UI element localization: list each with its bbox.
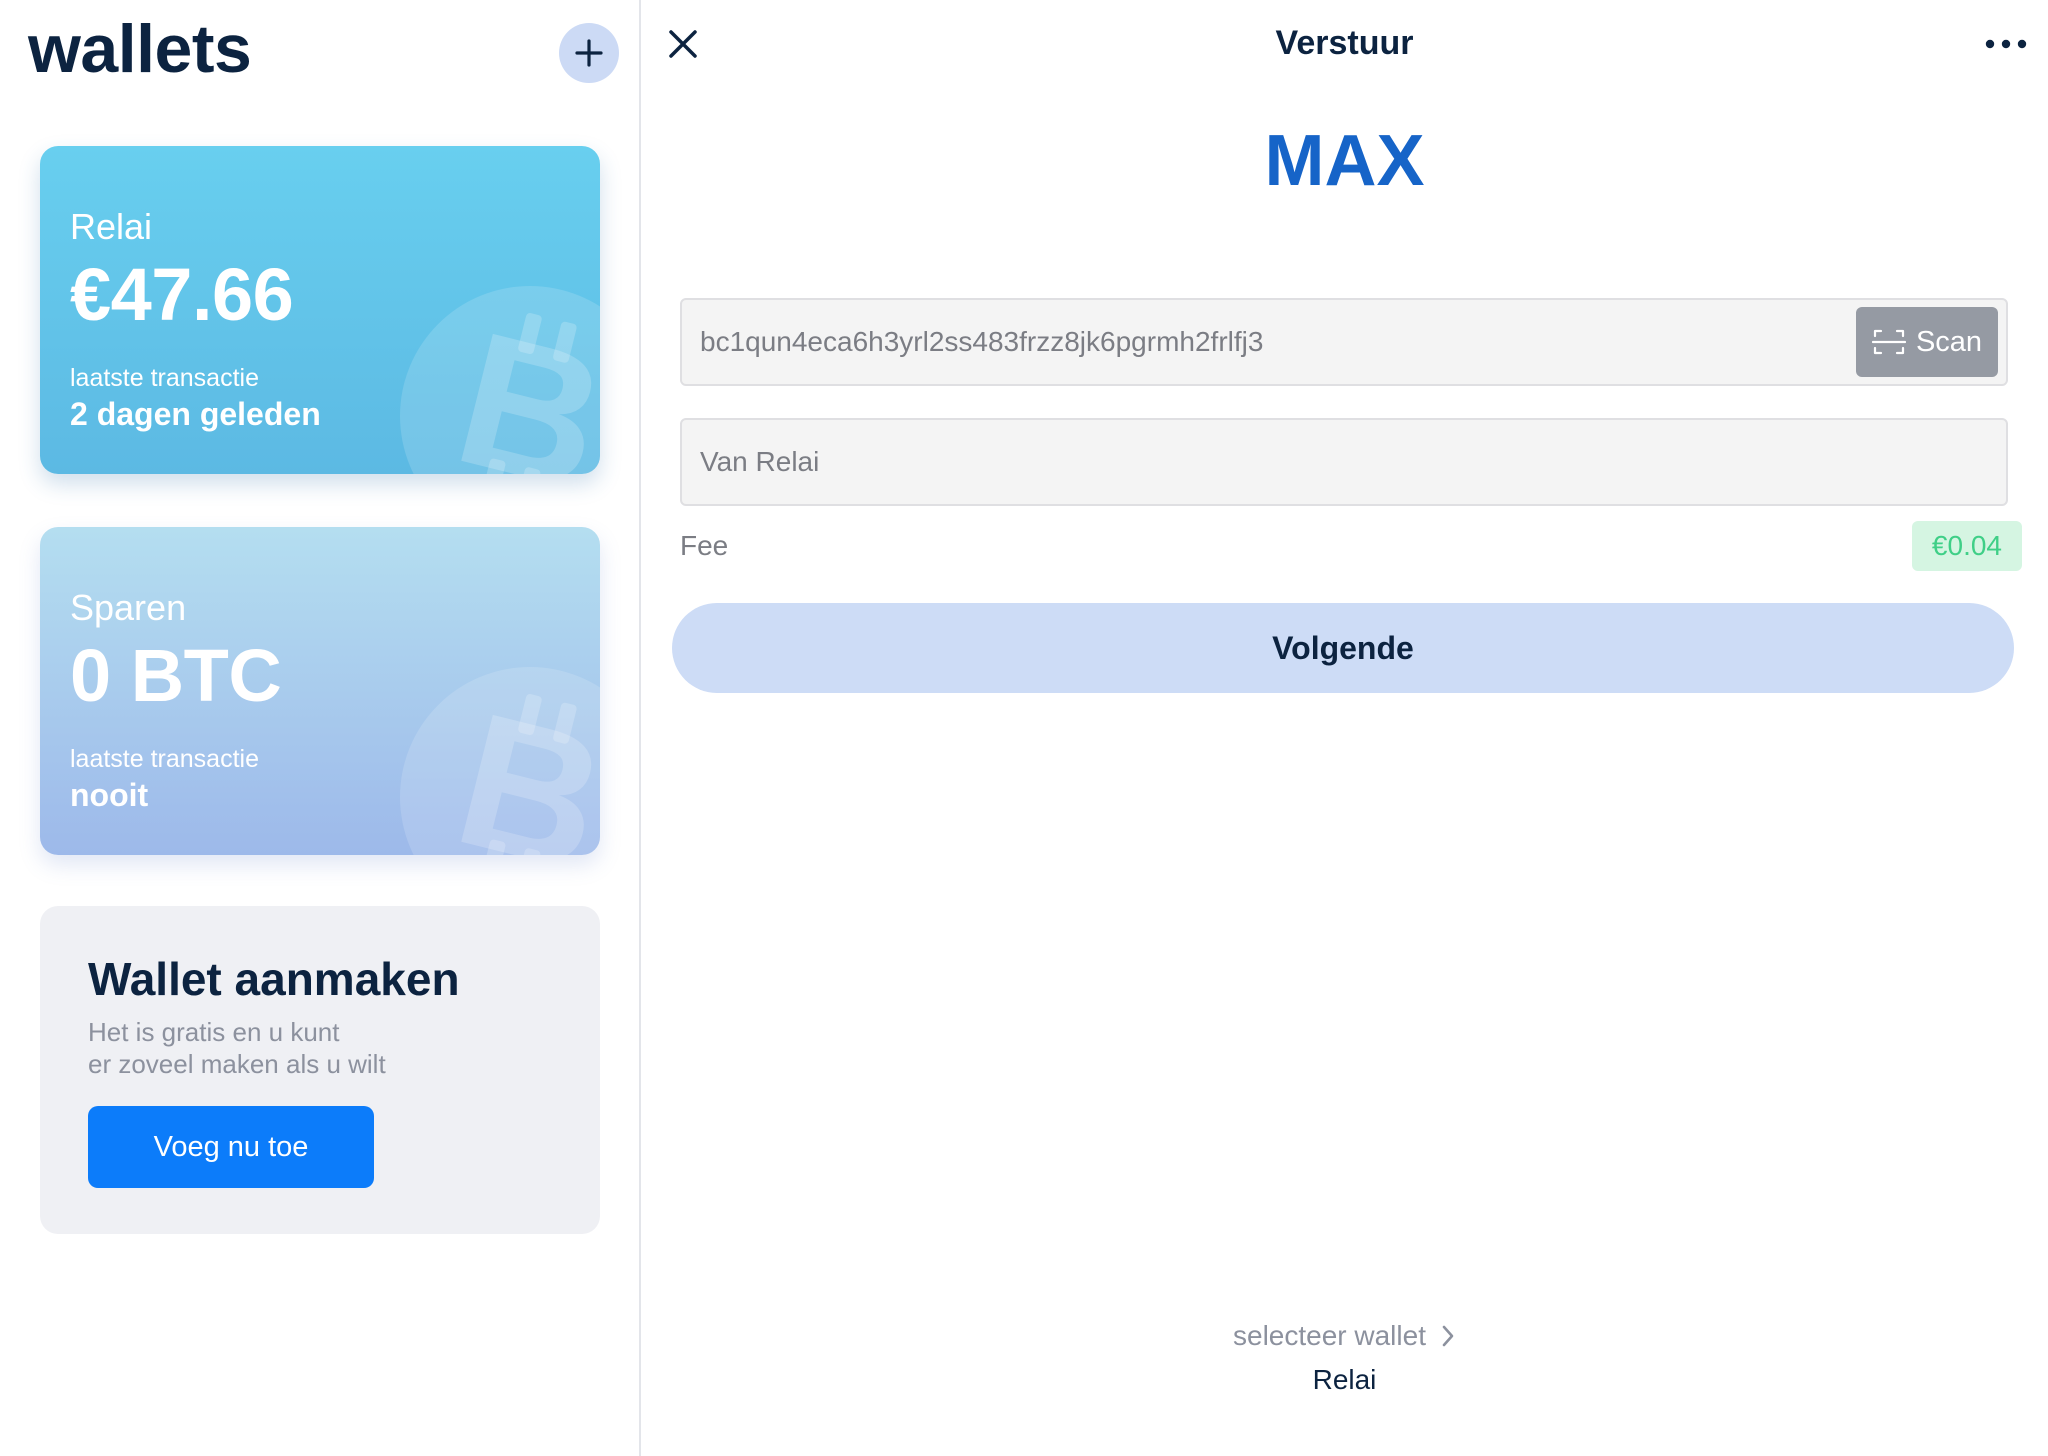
address-input[interactable]: bc1qun4eca6h3yrl2ss483frzz8jk6pgrmh2frlf…	[680, 298, 2008, 386]
wallet-name: Relai	[70, 206, 153, 247]
wallets-sidebar: wallets B Relai €47.66 laatste transacti…	[0, 0, 641, 1456]
scan-label: Scan	[1915, 325, 1983, 358]
add-now-button[interactable]: Voeg nu toe	[88, 1106, 374, 1188]
select-wallet-label: selecteer wallet	[1233, 1320, 1426, 1351]
from-wallet-value: Van Relai	[700, 446, 820, 477]
last-transaction-value: nooit	[70, 777, 149, 813]
page-title: Verstuur	[1275, 24, 1414, 62]
chevron-right-icon	[1442, 1325, 1454, 1347]
send-panel: Verstuur MAX bc1qun4eca6h3yrl2ss483frzz8…	[641, 0, 2048, 1456]
selected-wallet-name: Relai	[1312, 1364, 1377, 1395]
create-wallet-description: Het is gratis en u kunt er zoveel maken …	[88, 1016, 386, 1080]
last-transaction-value: 2 dagen geleden	[70, 396, 321, 432]
create-wallet-description-line: er zoveel maken als u wilt	[88, 1049, 386, 1079]
fee-value-badge: €0.04	[1911, 521, 2022, 571]
last-transaction-label: laatste transactie	[70, 364, 259, 392]
address-value: bc1qun4eca6h3yrl2ss483frzz8jk6pgrmh2frlf…	[700, 326, 1264, 357]
scan-button[interactable]: Scan	[1856, 307, 1998, 377]
wallet-balance: €47.66	[70, 253, 294, 336]
plus-icon	[575, 39, 603, 67]
select-wallet-link[interactable]: selecteer wallet	[641, 1320, 2048, 1352]
more-horizontal-icon	[1985, 39, 2027, 49]
more-options-button[interactable]	[1982, 24, 2030, 64]
create-wallet-title: Wallet aanmaken	[88, 953, 460, 1005]
bitcoin-icon: B	[400, 667, 600, 855]
amount-display[interactable]: MAX	[641, 120, 2048, 202]
wallet-card-sparen[interactable]: B Sparen 0 BTC laatste transactie nooit	[40, 527, 600, 855]
next-button[interactable]: Volgende	[672, 603, 2014, 693]
last-transaction-label: laatste transactie	[70, 745, 259, 773]
add-wallet-button[interactable]	[559, 23, 619, 83]
create-wallet-card: Wallet aanmaken Het is gratis en u kunt …	[40, 906, 600, 1234]
wallet-balance: 0 BTC	[70, 634, 282, 717]
fee-label: Fee	[680, 530, 729, 561]
from-wallet-field[interactable]: Van Relai	[680, 418, 2008, 506]
wallet-card-relai[interactable]: B Relai €47.66 laatste transactie 2 dage…	[40, 146, 600, 474]
scan-icon	[1871, 329, 1906, 355]
wallet-name: Sparen	[70, 587, 187, 628]
bitcoin-icon: B	[400, 286, 600, 474]
app: wallets B Relai €47.66 laatste transacti…	[0, 0, 2048, 1456]
create-wallet-description-line: Het is gratis en u kunt	[88, 1017, 340, 1047]
sidebar-title: wallets	[28, 11, 252, 87]
